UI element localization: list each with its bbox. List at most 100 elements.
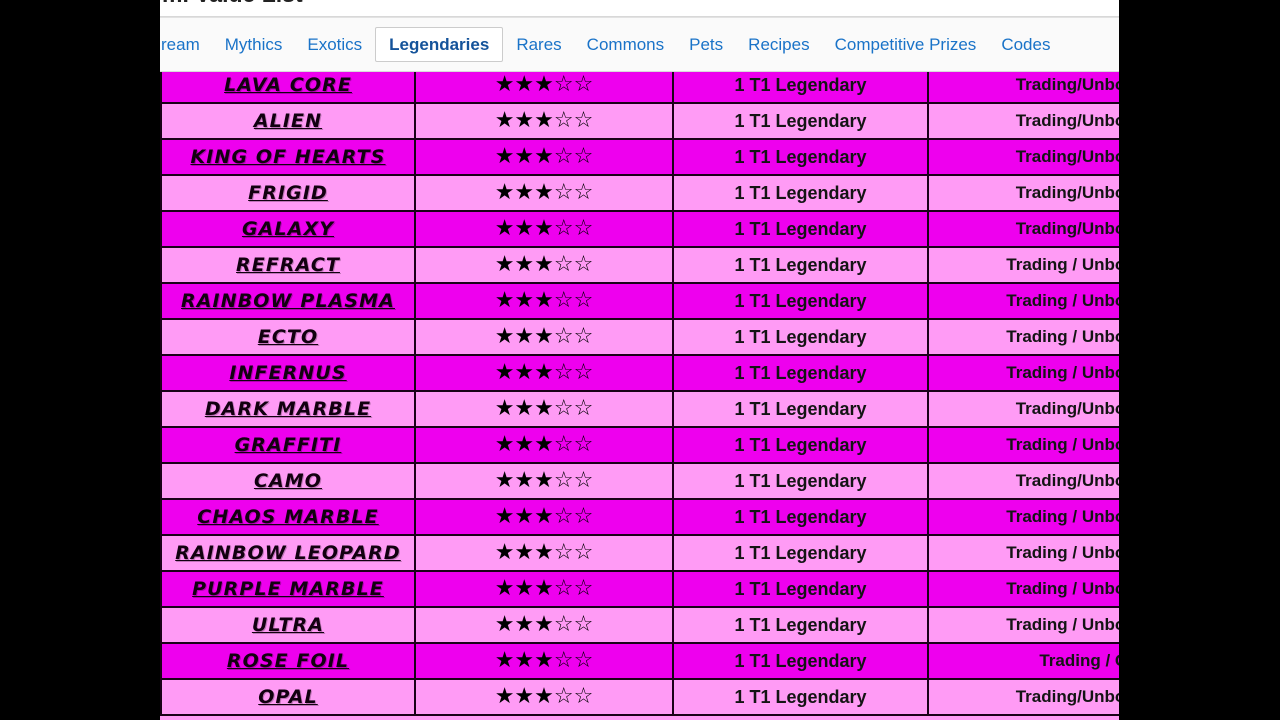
cell-item-name[interactable]: ALIEN	[160, 102, 416, 140]
cell-value[interactable]: 1 T1 Legendary	[672, 102, 929, 140]
cell-obtained-by[interactable]: Trading/Unboxing/Cra	[927, 174, 1119, 212]
cell-obtained-by[interactable]: Trading / Unboxing / Cra	[927, 570, 1119, 608]
cell-item-name[interactable]: CAMO	[160, 462, 416, 500]
cell-demand-stars[interactable]: ★★★☆☆	[414, 606, 674, 644]
cell-value[interactable]: 1 T1 Legendary	[672, 138, 929, 176]
cell-value[interactable]: 1 T1 Legendary	[672, 354, 929, 392]
cell-item-name[interactable]: OPAL	[160, 678, 416, 716]
cell-item-name[interactable]: LAVA CORE	[160, 72, 416, 104]
cell-demand-stars[interactable]: ★★★☆☆	[414, 72, 674, 104]
cell-value[interactable]: 1 T1 Legendary	[672, 174, 929, 212]
cell-value[interactable]: 1 T1 Legendary	[672, 318, 929, 356]
cell-value[interactable]: 1 T1 Legendary	[672, 642, 929, 680]
tab-competitive-prizes[interactable]: Competitive Prizes	[823, 27, 989, 63]
cell-value[interactable]: 1 T1 Legendary	[672, 570, 929, 608]
table-row[interactable]: GRAFFITI ★★★☆☆ 1 T1 Legendary Trading / Unb…	[160, 426, 1119, 464]
cell-obtained-by[interactable]: Trading/Unboxing/Cra	[927, 210, 1119, 248]
cell-value[interactable]: 1 T1 Legendary	[672, 72, 929, 104]
cell-obtained-by[interactable]: Trading/Unboxing/Cra	[927, 678, 1119, 716]
cell-demand-stars[interactable]: ★★★☆☆	[414, 318, 674, 356]
cell-item-name[interactable]: CHAOS MARBLE	[160, 498, 416, 536]
cell-obtained-by[interactable]: Trading / Unboxing / Cra	[927, 426, 1119, 464]
tab-rares[interactable]: Rares	[504, 27, 573, 63]
cell-item-name[interactable]: REFRACT	[160, 246, 416, 284]
cell-obtained-by[interactable]: Trading / Craftin	[927, 642, 1119, 680]
cell-item-name[interactable]: RAINBOW PLASMA	[160, 282, 416, 320]
cell-obtained-by[interactable]: Trading/Unboxing/Cra	[927, 462, 1119, 500]
cell-obtained-by[interactable]: Trading/Unboxing/Cra	[927, 138, 1119, 176]
cell-demand-stars[interactable]: ★★★☆☆	[414, 102, 674, 140]
table-row[interactable]: GALAXY ★★★☆☆ 1 T1 Legendary Trading/Unboxin…	[160, 210, 1119, 248]
cell-demand-stars[interactable]: ★★★☆☆	[414, 210, 674, 248]
cell-value[interactable]: 1 T1 Legendary	[672, 246, 929, 284]
cell-value[interactable]: 1 T1 Legendary	[672, 534, 929, 572]
tab-recipes[interactable]: Recipes	[736, 27, 821, 63]
table-row[interactable]: CHAOS MARBLE ★★★☆☆ 1 T1 Legendary Trading /…	[160, 498, 1119, 536]
cell-obtained-by[interactable]: Trading / Unboxing / Cra	[927, 534, 1119, 572]
table-row[interactable]: ROSE FOIL ★★★☆☆ 1 T1 Legendary Trading / Cr…	[160, 642, 1119, 680]
table-row[interactable]: ALIEN ★★★☆☆ 1 T1 Legendary Trading/Unboxing…	[160, 102, 1119, 140]
cell-value[interactable]: 1 T1 Legendary	[672, 498, 929, 536]
cell-demand-stars[interactable]: ★★★☆☆	[414, 534, 674, 572]
cell-obtained-by[interactable]: Trading/Unboxing/Cra	[927, 390, 1119, 428]
table-row[interactable]: OPAL ★★★☆☆ 1 T1 Legendary Trading/Unboxing/…	[160, 678, 1119, 716]
table-row[interactable]: REFRACT ★★★☆☆ 1 T1 Legendary Trading / Unbo…	[160, 246, 1119, 284]
cell-item-name[interactable]: FRIGID	[160, 174, 416, 212]
cell-demand-stars[interactable]: ★★★☆☆	[414, 282, 674, 320]
cell-demand-stars[interactable]: ★★★☆☆	[414, 246, 674, 284]
cell-obtained-by[interactable]: Trading / Unboxing / Cra	[927, 318, 1119, 356]
tab-pets[interactable]: Pets	[677, 27, 735, 63]
cell-value[interactable]: 1 T1 Legendary	[672, 426, 929, 464]
table-row[interactable]: CAMO ★★★☆☆ 1 T1 Legendary Trading/Unboxing/…	[160, 462, 1119, 500]
cell-obtained-by[interactable]: Trading / Unboxing / Cra	[927, 282, 1119, 320]
cell-item-name[interactable]: PURPLE MARBLE	[160, 570, 416, 608]
table-row[interactable]: RAINBOW PLASMA ★★★☆☆ 1 T1 Legendary Trading…	[160, 282, 1119, 320]
cell-demand-stars[interactable]: ★★★☆☆	[414, 138, 674, 176]
cell-item-name[interactable]: INFERNUS	[160, 354, 416, 392]
tab-mythics[interactable]: Mythics	[213, 27, 295, 63]
cell-demand-stars[interactable]: ★★★☆☆	[414, 642, 674, 680]
cell-demand-stars[interactable]: ★★★☆☆	[414, 570, 674, 608]
cell-demand-stars[interactable]: ★★★☆☆	[414, 462, 674, 500]
table-row[interactable]: DARK MARBLE ★★★☆☆ 1 T1 Legendary Trading/Un…	[160, 390, 1119, 428]
tab-exotics[interactable]: Exotics	[295, 27, 374, 63]
cell-item-name[interactable]: GALAXY	[160, 210, 416, 248]
cell-obtained-by[interactable]: Trading/Unboxing/Cra	[927, 72, 1119, 104]
cell-demand-stars[interactable]: ★★★☆☆	[414, 426, 674, 464]
tab-ream[interactable]: ream	[160, 27, 212, 63]
cell-obtained-by[interactable]: Trading / Unboxing / Cra	[927, 354, 1119, 392]
tab-legendaries[interactable]: Legendaries	[375, 26, 504, 63]
table-row[interactable]: INFERNUS ★★★☆☆ 1 T1 Legendary Trading / Unb…	[160, 354, 1119, 392]
cell-obtained-by[interactable]: Trading/Unboxing/Cra	[927, 102, 1119, 140]
table-row[interactable]: FRIGID ★★★☆☆ 1 T1 Legendary Trading/Unboxin…	[160, 174, 1119, 212]
cell-item-name[interactable]: ULTRA	[160, 606, 416, 644]
cell-demand-stars[interactable]: ★★★☆☆	[414, 174, 674, 212]
cell-item-name[interactable]: ROSE FOIL	[160, 642, 416, 680]
cell-value[interactable]: 1 T1 Legendary	[672, 606, 929, 644]
cell-value[interactable]: 1 T1 Legendary	[672, 678, 929, 716]
value-list-table-wrapper[interactable]: LAVA CORE ★★★☆☆ 1 T1 Legendary Trading/Unbo…	[160, 72, 1119, 720]
cell-value[interactable]: 1 T1 Legendary	[672, 210, 929, 248]
table-row[interactable]: PURPLE MARBLE ★★★☆☆ 1 T1 Legendary Trading …	[160, 570, 1119, 608]
cell-item-name[interactable]: KING OF HEARTS	[160, 138, 416, 176]
table-row[interactable]: ECTO ★★★☆☆ 1 T1 Legendary Trading / Unboxin…	[160, 318, 1119, 356]
cell-item-name[interactable]: GRAFFITI	[160, 426, 416, 464]
cell-obtained-by[interactable]: Trading / Unboxing / Cra	[927, 246, 1119, 284]
table-row[interactable]: ULTRA ★★★☆☆ 1 T1 Legendary Trading / Unboxi…	[160, 606, 1119, 644]
cell-value[interactable]: 1 T1 Legendary	[672, 282, 929, 320]
table-row[interactable]: LAVA CORE ★★★☆☆ 1 T1 Legendary Trading/Unbo…	[160, 72, 1119, 104]
table-row[interactable]: RAINBOW LEOPARD ★★★☆☆ 1 T1 Legendary Tradin…	[160, 534, 1119, 572]
cell-value[interactable]: 1 T1 Legendary	[672, 462, 929, 500]
cell-item-name[interactable]: DARK MARBLE	[160, 390, 416, 428]
cell-obtained-by[interactable]: Trading / Unboxing / Cra	[927, 498, 1119, 536]
cell-demand-stars[interactable]: ★★★☆☆	[414, 390, 674, 428]
cell-item-name[interactable]: RAINBOW LEOPARD	[160, 534, 416, 572]
table-row[interactable]: KING OF HEARTS ★★★☆☆ 1 T1 Legendary Trading…	[160, 138, 1119, 176]
cell-demand-stars[interactable]: ★★★☆☆	[414, 498, 674, 536]
cell-value[interactable]: 1 T1 Legendary	[672, 390, 929, 428]
tab-codes[interactable]: Codes	[989, 27, 1062, 63]
sheet-tab-bar[interactable]: ream Mythics Exotics Legendaries Rares Common…	[160, 17, 1119, 72]
cell-demand-stars[interactable]: ★★★☆☆	[414, 354, 674, 392]
cell-item-name[interactable]: ECTO	[160, 318, 416, 356]
cell-obtained-by[interactable]: Trading / Unboxing / Cra	[927, 606, 1119, 644]
